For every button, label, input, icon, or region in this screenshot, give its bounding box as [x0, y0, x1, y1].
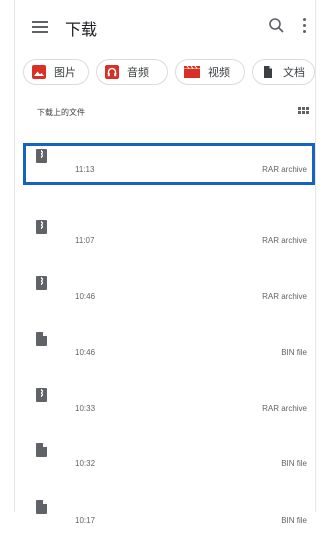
archive-icon	[36, 220, 47, 234]
chip-label: 文档	[283, 67, 305, 79]
file-time: 10:32	[75, 459, 96, 468]
more-vert-icon[interactable]	[301, 18, 307, 36]
file-time: 10:46	[75, 292, 96, 301]
chip-audio[interactable]: 音频	[96, 59, 168, 85]
chip-label: 音频	[127, 67, 149, 79]
archive-icon	[36, 149, 47, 163]
file-row[interactable]: 10:32 BIN file	[23, 437, 315, 479]
document-icon	[261, 65, 275, 79]
grid-view-icon[interactable]	[298, 107, 309, 116]
clapperboard-icon	[184, 65, 200, 79]
image-icon	[32, 65, 46, 79]
headphones-icon	[105, 65, 119, 79]
chip-label: 图片	[54, 67, 76, 79]
file-time: 11:13	[75, 165, 95, 174]
search-icon[interactable]	[268, 17, 286, 35]
file-row[interactable]: 10:46 BIN file	[23, 326, 315, 368]
chip-images[interactable]: 图片	[23, 59, 89, 85]
file-time: 10:46	[75, 348, 96, 357]
chip-video[interactable]: 视频	[175, 59, 245, 85]
page-title: 下载	[65, 22, 98, 39]
app-bar: 下载	[15, 0, 315, 54]
file-row[interactable]: 11:13 RAR archive	[23, 143, 315, 185]
file-type: BIN file	[281, 348, 307, 357]
menu-icon[interactable]	[32, 21, 48, 33]
file-type: RAR archive	[262, 165, 307, 174]
file-row[interactable]: 10:17 BIN file	[23, 494, 315, 536]
chip-label: 视频	[208, 67, 230, 79]
file-time: 11:07	[75, 236, 95, 245]
chip-documents[interactable]: 文档	[252, 59, 315, 85]
file-row[interactable]: 10:46 RAR archive	[23, 270, 315, 312]
file-time: 10:33	[75, 404, 96, 413]
section-header: 下载上的文件	[37, 108, 85, 117]
file-type: RAR archive	[262, 404, 307, 413]
file-icon	[36, 332, 47, 346]
file-icon	[36, 443, 47, 457]
file-type: BIN file	[281, 459, 307, 468]
file-type: RAR archive	[262, 236, 307, 245]
archive-icon	[36, 276, 47, 290]
app-frame: 下载 图片 音频 视频 文档 下载上的文件 11:13 RAR archive …	[14, 0, 316, 525]
file-time: 10:17	[75, 516, 96, 525]
file-type: RAR archive	[262, 292, 307, 301]
archive-icon	[36, 388, 47, 402]
category-chips: 图片 音频 视频 文档	[23, 59, 315, 87]
file-type: BIN file	[281, 516, 307, 525]
file-row[interactable]: 11:07 RAR archive	[23, 214, 315, 256]
file-row[interactable]: 10:33 RAR archive	[23, 382, 315, 424]
